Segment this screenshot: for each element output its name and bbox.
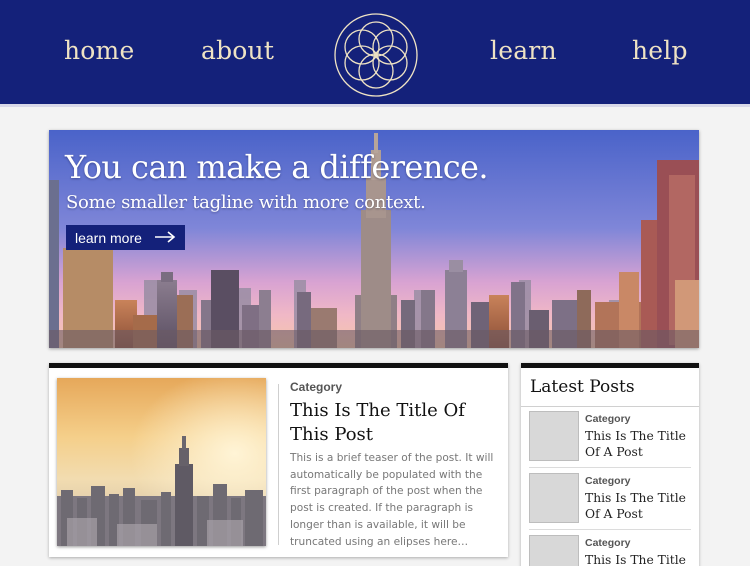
- learn-more-label: learn more: [75, 229, 142, 246]
- post-title[interactable]: This Is The Title Of This Post: [290, 399, 490, 447]
- nav-link-help[interactable]: help: [632, 36, 688, 65]
- sidebar-divider: [521, 406, 699, 407]
- latest-post-category[interactable]: Category: [585, 537, 631, 549]
- latest-posts-sidebar: Latest Posts Category This Is The Title …: [521, 363, 699, 566]
- latest-post-thumbnail[interactable]: [529, 535, 579, 566]
- sidebar-title: Latest Posts: [530, 377, 635, 397]
- latest-post-item[interactable]: Category This Is The Title Of A Post: [529, 473, 691, 531]
- learn-more-button[interactable]: learn more: [66, 225, 185, 250]
- city-sunset-image: [57, 378, 266, 546]
- latest-post-thumbnail[interactable]: [529, 473, 579, 523]
- nav-link-home[interactable]: home: [64, 36, 134, 65]
- latest-post-item[interactable]: Category This Is The Title Of A Post: [529, 411, 691, 469]
- hero-tagline: Some smaller tagline with more context.: [66, 192, 426, 213]
- hero-headline: You can make a difference.: [65, 148, 489, 186]
- latest-post-title[interactable]: This Is The Title Of A Post: [585, 428, 695, 460]
- hero-banner: You can make a difference. Some smaller …: [49, 130, 699, 348]
- nav-link-about[interactable]: about: [201, 36, 274, 65]
- post-teaser: This is a brief teaser of the post. It w…: [290, 452, 494, 548]
- site-header: home about learn help: [0, 0, 750, 104]
- latest-post-category[interactable]: Category: [585, 413, 631, 425]
- latest-post-title[interactable]: This Is The Title Of A Post: [585, 490, 695, 522]
- flower-of-life-logo-icon[interactable]: [333, 12, 419, 98]
- latest-post-thumbnail[interactable]: [529, 411, 579, 461]
- header-divider: [0, 104, 750, 107]
- latest-post-item[interactable]: Category This Is The Title Of A Post: [529, 535, 691, 566]
- post-thumbnail[interactable]: [57, 378, 266, 546]
- latest-post-separator: [529, 529, 691, 530]
- latest-post-category[interactable]: Category: [585, 475, 631, 487]
- post-category[interactable]: Category: [290, 380, 342, 394]
- nav-link-learn[interactable]: learn: [490, 36, 557, 65]
- featured-post-card[interactable]: Category This Is The Title Of This Post …: [49, 363, 508, 557]
- latest-post-separator: [529, 467, 691, 468]
- latest-post-title[interactable]: This Is The Title Of A Post: [585, 552, 695, 566]
- arrow-right-icon: [155, 231, 176, 243]
- post-divider: [278, 384, 279, 545]
